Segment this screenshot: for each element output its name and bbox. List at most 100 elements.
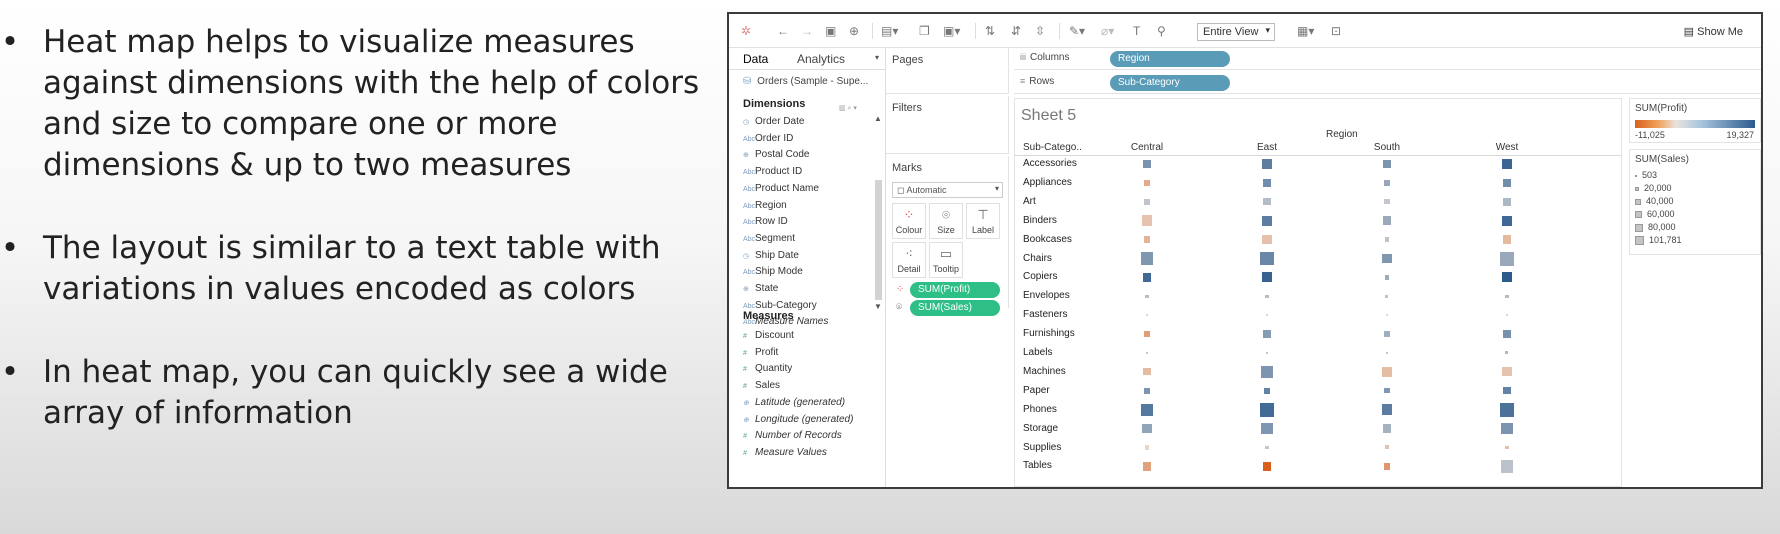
colour-button[interactable]: ⁘ Colour: [892, 203, 926, 239]
data-source[interactable]: ⛁ Orders (Sample - Supe...: [743, 76, 868, 87]
field-item[interactable]: AbcShip Mode: [743, 266, 803, 277]
heatmap-mark[interactable]: [1383, 463, 1391, 470]
filters-card[interactable]: Filters: [886, 96, 1009, 154]
heatmap-mark[interactable]: [1142, 423, 1152, 434]
new-datasource-icon[interactable]: ⊕: [849, 24, 859, 38]
heatmap-mark[interactable]: [1384, 388, 1390, 394]
heatmap-mark[interactable]: [1500, 460, 1514, 473]
heatmap-mark[interactable]: [1263, 330, 1271, 338]
heatmap-mark[interactable]: [1144, 445, 1150, 450]
heatmap-mark[interactable]: [1384, 237, 1390, 242]
sub-category-pill[interactable]: Sub-Category: [1110, 75, 1230, 91]
heatmap-mark[interactable]: [1262, 462, 1272, 471]
row-label[interactable]: Paper: [1023, 385, 1050, 396]
field-item[interactable]: ◷ Ship Date: [743, 250, 799, 261]
show-cards-icon[interactable]: ▦▾: [1297, 24, 1314, 38]
field-item[interactable]: AbcSegment: [743, 233, 795, 244]
heatmap-mark[interactable]: [1144, 387, 1150, 394]
heatmap-mark[interactable]: [1143, 368, 1151, 376]
tableau-logo-icon[interactable]: ✲: [741, 24, 751, 38]
heatmap-mark[interactable]: [1262, 178, 1272, 187]
heatmap-mark[interactable]: [1384, 199, 1390, 205]
row-label[interactable]: Machines: [1023, 366, 1066, 377]
heatmap-mark[interactable]: [1502, 235, 1512, 244]
field-item[interactable]: # Profit: [743, 347, 778, 358]
heatmap-mark[interactable]: [1506, 314, 1508, 317]
field-item[interactable]: # Measure Values: [743, 447, 827, 458]
heatmap-mark[interactable]: [1505, 351, 1509, 355]
scroll-thumb[interactable]: [875, 180, 882, 300]
redo-icon[interactable]: →: [801, 24, 813, 38]
heatmap-mark[interactable]: [1142, 462, 1152, 471]
row-label[interactable]: Tables: [1023, 460, 1052, 471]
heatmap-mark[interactable]: [1261, 215, 1273, 226]
heatmap-mark[interactable]: [1141, 215, 1153, 226]
heatmap-mark[interactable]: [1263, 198, 1271, 206]
tooltip-button[interactable]: ▭ Tooltip: [929, 242, 963, 278]
chevron-down-icon[interactable]: ▾: [875, 53, 879, 62]
heatmap-mark[interactable]: [1384, 331, 1390, 337]
field-item[interactable]: ◷ Order Date: [743, 116, 804, 127]
heatmap-mark[interactable]: [1261, 422, 1273, 435]
heatmap-mark[interactable]: [1384, 445, 1389, 450]
field-item[interactable]: # Number of Records: [743, 430, 842, 441]
field-item[interactable]: AbcOrder ID: [743, 133, 793, 144]
pages-card[interactable]: Pages: [886, 48, 1009, 94]
show-me-button[interactable]: ▤ Show Me: [1684, 25, 1743, 38]
heatmap-mark[interactable]: [1144, 198, 1150, 205]
sort-ascending-icon[interactable]: ⇵: [1011, 24, 1021, 38]
column-header-central[interactable]: Central: [1107, 142, 1187, 153]
row-label[interactable]: Furnishings: [1023, 328, 1075, 339]
field-item[interactable]: ⊕ Postal Code: [743, 149, 809, 160]
heatmap-mark[interactable]: [1386, 314, 1388, 317]
tab-data[interactable]: Data: [743, 52, 768, 66]
heatmap-mark[interactable]: [1263, 387, 1271, 394]
clear-sheet-icon[interactable]: ▣▾: [943, 24, 960, 38]
heatmap-mark[interactable]: [1503, 330, 1511, 338]
row-label[interactable]: Envelopes: [1023, 290, 1070, 301]
tab-analytics[interactable]: Analytics: [797, 52, 845, 66]
group-icon[interactable]: ⌀▾: [1101, 24, 1114, 38]
sales-size-legend[interactable]: SUM(Sales) 503 20,000 40,000 60,000 80,000 10…: [1629, 149, 1761, 255]
row-label[interactable]: Labels: [1023, 347, 1052, 358]
scroll-down-icon[interactable]: ▼: [874, 302, 882, 311]
heatmap-mark[interactable]: [1265, 294, 1269, 298]
heatmap-mark[interactable]: [1382, 424, 1392, 433]
row-label[interactable]: Fasteners: [1023, 309, 1067, 320]
columns-shelf[interactable]: iii Columns Region: [1014, 48, 1761, 70]
heatmap-mark[interactable]: [1500, 251, 1514, 266]
row-label[interactable]: Appliances: [1023, 177, 1072, 188]
profit-color-legend[interactable]: SUM(Profit) -11,025 19,327: [1629, 98, 1761, 143]
row-label[interactable]: Phones: [1023, 404, 1057, 415]
heatmap-mark[interactable]: [1385, 351, 1389, 355]
column-header-west[interactable]: West: [1467, 142, 1547, 153]
heatmap-mark[interactable]: [1505, 445, 1509, 450]
row-label[interactable]: Copiers: [1023, 271, 1057, 282]
region-pill[interactable]: Region: [1110, 51, 1230, 67]
heatmap-mark[interactable]: [1501, 422, 1513, 435]
heatmap-mark[interactable]: [1385, 294, 1389, 298]
column-header-south[interactable]: South: [1347, 142, 1427, 153]
detail-button[interactable]: ⁖ Detail: [892, 242, 926, 278]
heatmap-mark[interactable]: [1500, 402, 1514, 417]
new-worksheet-icon[interactable]: ▤▾: [881, 24, 898, 38]
sheet-title[interactable]: Sheet 5: [1021, 107, 1076, 125]
heatmap-mark[interactable]: [1383, 160, 1391, 168]
heatmap-mark[interactable]: [1502, 197, 1512, 206]
heatmap-mark[interactable]: [1265, 445, 1269, 450]
row-label[interactable]: Storage: [1023, 423, 1058, 434]
dimensions-scrollbar[interactable]: ▲ ▼: [873, 114, 884, 312]
row-label[interactable]: Chairs: [1023, 253, 1052, 264]
row-label[interactable]: Supplies: [1023, 442, 1061, 453]
highlight-icon[interactable]: ✎▾: [1069, 24, 1085, 38]
heatmap-mark[interactable]: [1146, 314, 1148, 317]
field-item[interactable]: # Discount: [743, 330, 794, 341]
heatmap-mark[interactable]: [1266, 314, 1268, 317]
row-label[interactable]: Binders: [1023, 215, 1057, 226]
field-item[interactable]: # Quantity: [743, 363, 792, 374]
heatmap-mark[interactable]: [1142, 159, 1152, 169]
heatmap-mark[interactable]: [1502, 367, 1512, 377]
size-button[interactable]: ⌾ Size: [929, 203, 963, 239]
heatmap-mark[interactable]: [1384, 275, 1390, 280]
undo-icon[interactable]: ←: [777, 24, 789, 38]
